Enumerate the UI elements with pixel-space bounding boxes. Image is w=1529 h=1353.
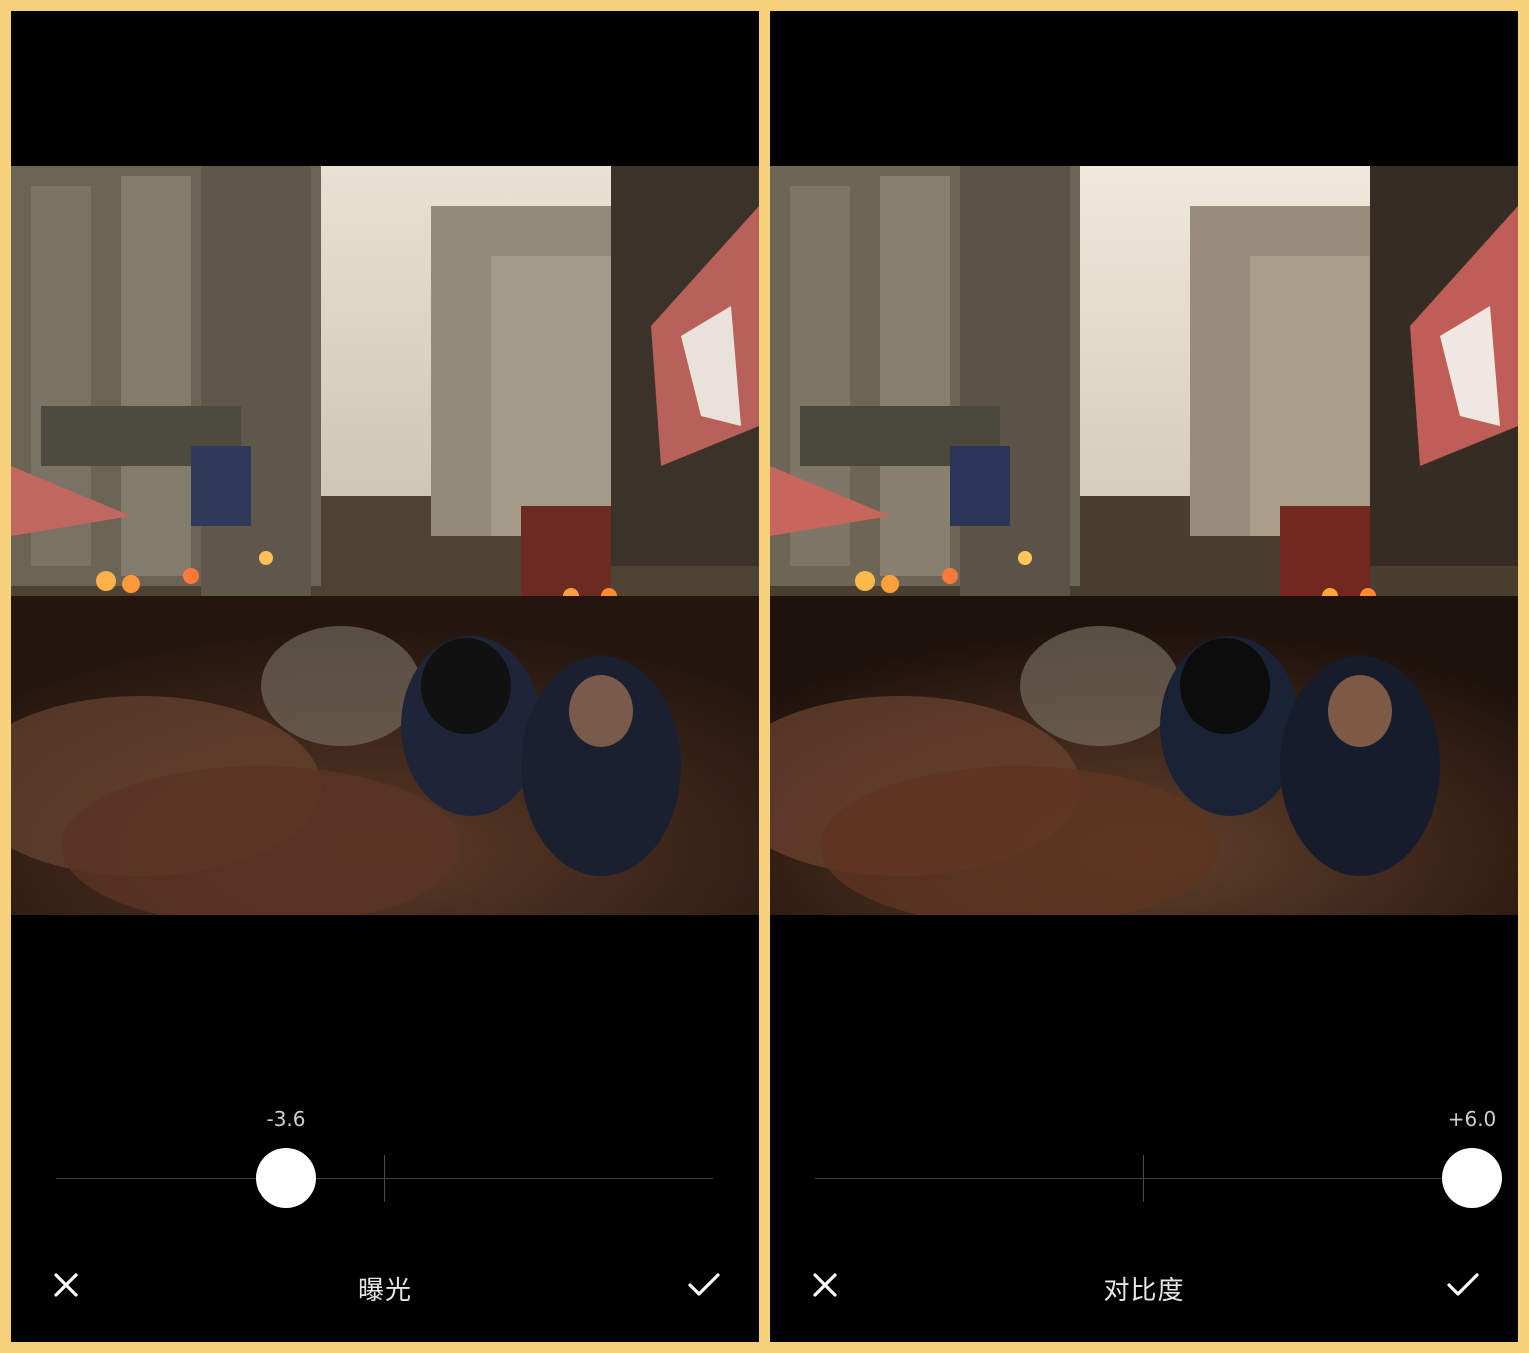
- slider-thumb[interactable]: [1442, 1148, 1502, 1208]
- editor-panel-contrast: +6.0 对比度: [770, 11, 1518, 1342]
- slider-value-label: +6.0: [1447, 1107, 1497, 1131]
- tool-title: 曝光: [357, 1276, 412, 1306]
- contrast-slider[interactable]: [815, 1148, 1502, 1215]
- photo-preview: [11, 166, 759, 915]
- street-market-photo: [770, 166, 1518, 915]
- slider-thumb[interactable]: [256, 1148, 316, 1208]
- tool-action-bar: 曝光: [11, 1257, 759, 1313]
- confirm-button[interactable]: [1435, 1257, 1491, 1313]
- exposure-slider[interactable]: [56, 1148, 713, 1215]
- slider-center-tick: [1143, 1155, 1144, 1202]
- slider-value-label: -3.6: [266, 1107, 306, 1131]
- street-market-photo: [11, 166, 759, 915]
- photo-preview: [770, 166, 1518, 915]
- tool-action-bar: 对比度: [770, 1257, 1518, 1313]
- slider-center-tick: [384, 1155, 385, 1202]
- confirm-button[interactable]: [676, 1257, 732, 1313]
- tool-title: 对比度: [1103, 1276, 1185, 1306]
- checkmark-icon: [1447, 1273, 1479, 1296]
- editor-panel-exposure: -3.6 曝光: [11, 11, 759, 1342]
- checkmark-icon: [688, 1273, 720, 1296]
